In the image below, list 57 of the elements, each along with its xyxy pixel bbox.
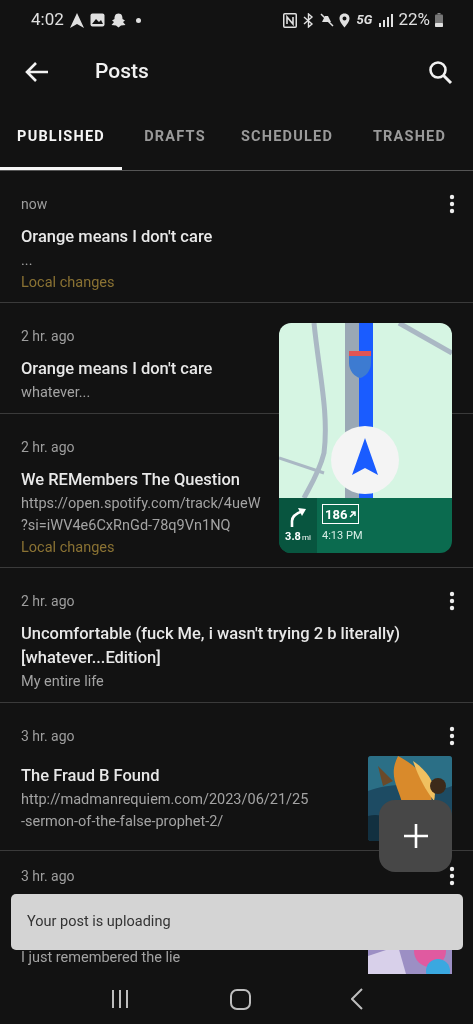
tab[interactable]: SCHEDULED — [228, 104, 346, 170]
navigation-arrow-icon — [69, 12, 84, 28]
signal-icon — [379, 13, 394, 27]
bluetooth-icon — [301, 12, 315, 28]
mute-icon — [319, 13, 334, 27]
home-icon[interactable] — [230, 988, 251, 1010]
post-title[interactable]: Orange means I don't care — [21, 225, 213, 249]
post-excerpt-text: ?si=iWV4e6CxRnGd-78q9Vn1NQ — [21, 516, 231, 536]
local-changes-text: Local changes — [21, 538, 115, 558]
network-type-text: 5G — [356, 11, 373, 30]
battery-percent-text: 22% — [398, 8, 430, 32]
snackbar-message: Your post is uploading — [27, 912, 171, 933]
post-title[interactable]: We REMembers The Question — [21, 468, 240, 492]
nfc-icon — [282, 12, 297, 28]
battery-icon — [435, 13, 443, 27]
more-options-icon[interactable] — [449, 866, 455, 886]
screen-title: Posts — [95, 58, 150, 86]
exit-arrow-icon — [349, 510, 357, 518]
post-time-text: now — [21, 195, 48, 214]
post-time-text: 3 hr. ago — [21, 867, 75, 886]
post-title[interactable]: Uncomfortable (fuck Me, i wasn't trying 2 b literally) [whatever...Edition] — [21, 622, 452, 670]
back-arrow-icon[interactable] — [24, 61, 49, 83]
post-time-text: 2 hr. ago — [21, 438, 75, 457]
more-options-icon[interactable] — [449, 591, 455, 611]
map-navigation-window[interactable]: 3.8mi 186 4:13 PM — [279, 323, 452, 553]
post-time-text: 2 hr. ago — [21, 592, 75, 611]
ghost-icon — [110, 12, 126, 28]
image-icon — [89, 13, 105, 27]
tab[interactable]: DRAFTS — [122, 104, 228, 170]
tab[interactable]: PUBLISHED — [0, 104, 122, 170]
notification-dot-icon — [135, 17, 141, 23]
location-pin-icon — [338, 12, 350, 28]
post-excerpt-text: I just remembered the lie — [21, 948, 181, 968]
post-excerpt-text: whatever... — [21, 383, 91, 403]
tab[interactable]: TRASHED — [346, 104, 473, 170]
post-title[interactable]: The Fraud B Found — [21, 764, 160, 788]
arrival-time-text: 4:13 PM — [322, 528, 363, 544]
more-options-icon[interactable] — [449, 194, 455, 214]
back-icon[interactable] — [351, 988, 363, 1010]
post-excerpt-text: http://madmanrequiem.com/2023/06/21/25 — [21, 790, 309, 810]
distance-unit-text: mi — [301, 532, 311, 545]
post-time-text: 3 hr. ago — [21, 727, 75, 746]
recent-apps-icon[interactable] — [110, 989, 130, 1009]
plus-icon — [403, 824, 428, 848]
clock-text: 4:02 — [31, 8, 64, 32]
exit-number-text: 186 — [325, 507, 348, 521]
turn-right-arrow-icon — [289, 507, 307, 528]
post-excerpt-text: ... — [21, 251, 33, 271]
post-excerpt-text: -sermon-of-the-false-prophet-2/ — [21, 812, 224, 832]
post-excerpt-text: https://open.spotify.com/track/4ueW — [21, 494, 261, 514]
post-excerpt-text: My entire life — [21, 672, 104, 692]
local-changes-text: Local changes — [21, 273, 115, 293]
post-time-text: 2 hr. ago — [21, 327, 75, 346]
post-title[interactable]: Orange means I don't care — [21, 357, 213, 381]
more-options-icon[interactable] — [449, 726, 455, 746]
distance-text: 3.8 — [285, 529, 301, 546]
search-icon[interactable] — [428, 59, 453, 85]
